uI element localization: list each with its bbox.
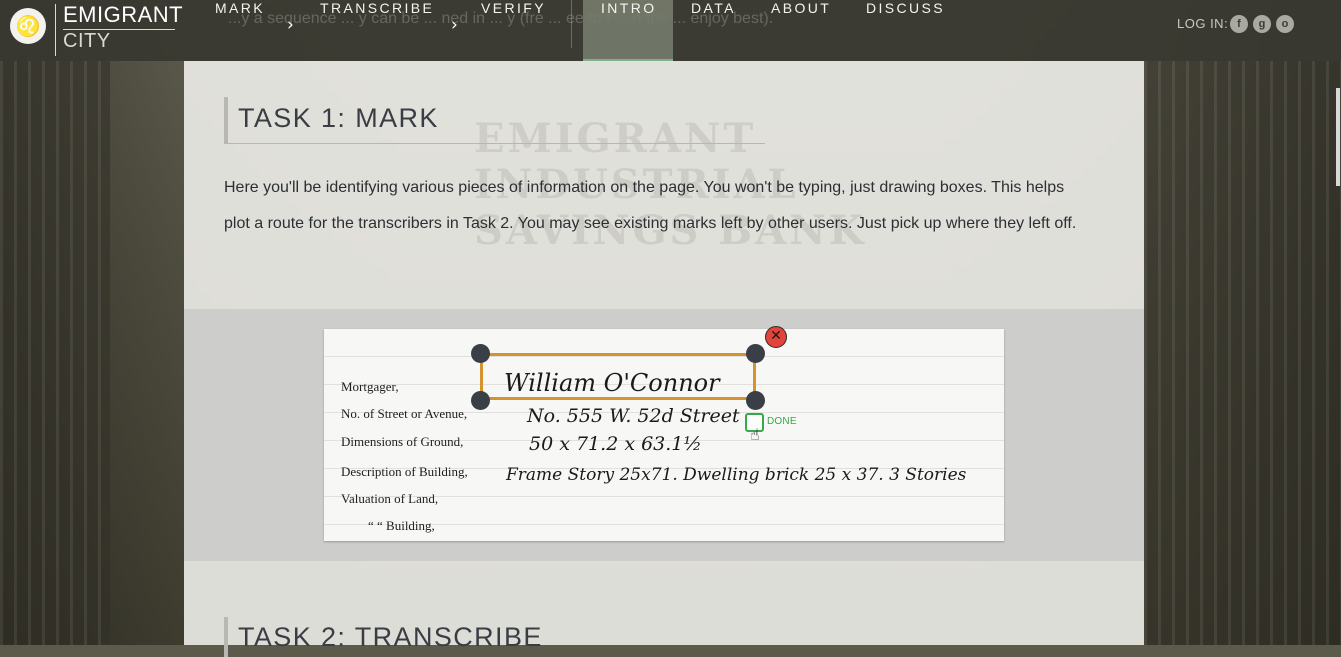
ledger-label: Dimensions of Ground, [341, 434, 464, 449]
task1-heading: TASK 1: MARK [224, 97, 765, 144]
ledger-label: “ “ Building, [368, 518, 435, 533]
ledger-label: Mortgager, [341, 379, 399, 394]
done-label[interactable]: DONE [767, 416, 797, 427]
ledger-label: No. of Street or Avenue, [341, 406, 468, 421]
logo[interactable]: ♌ EMIGRANT CITY [8, 2, 184, 56]
nav-verify[interactable]: VERIFY [481, 0, 546, 48]
nav-data[interactable]: DATA [691, 0, 736, 48]
handwriting-dimensions: 50 x 71.2 x 63.1½ [529, 433, 702, 455]
hand-cursor-icon: ☝ [750, 425, 760, 444]
chevron-right-icon: › [451, 15, 458, 35]
logo-text-city: CITY [63, 30, 111, 52]
background-building-left [0, 61, 110, 645]
nav-mark[interactable]: MARK [215, 0, 265, 48]
scrollbar-thumb[interactable] [1336, 88, 1340, 186]
background-building-right [1144, 61, 1341, 645]
nav-transcribe[interactable]: TRANSCRIBE [320, 0, 434, 48]
nav-divider [571, 0, 572, 48]
other-login-icon[interactable]: o [1276, 15, 1294, 33]
resize-handle[interactable] [746, 391, 765, 410]
resize-handle[interactable] [471, 344, 490, 363]
resize-handle[interactable] [746, 344, 765, 363]
top-nav: ...y a sequence ... y can be ... ned in … [0, 0, 1341, 61]
lion-icon: ♌ [10, 8, 46, 44]
nav-discuss[interactable]: DISCUSS [866, 0, 945, 48]
logo-text-emigrant: EMIGRANT [63, 2, 184, 27]
google-icon[interactable]: g [1253, 15, 1271, 33]
task1-description: Here you'll be identifying various piece… [224, 179, 1077, 232]
nav-intro[interactable]: INTRO [601, 0, 657, 48]
handwriting-street: No. 555 W. 52d Street [527, 405, 740, 427]
task2-heading: TASK 2: TRANSCRIBE [224, 617, 543, 657]
nav-about[interactable]: ABOUT [771, 0, 831, 48]
login-label: LOG IN: [1177, 16, 1229, 31]
facebook-icon[interactable]: f [1230, 15, 1248, 33]
ledger-label: Valuation of Land, [341, 491, 439, 506]
handwriting-description: Frame Story 25x71. Dwelling brick 25 x 3… [506, 465, 967, 485]
chevron-right-icon: › [287, 15, 294, 35]
mark-rectangle[interactable] [480, 353, 756, 400]
resize-handle[interactable] [471, 391, 490, 410]
ledger-label: Description of Building, [341, 464, 468, 479]
delete-mark-icon[interactable]: ✕ [765, 326, 787, 348]
logo-divider [55, 4, 56, 56]
